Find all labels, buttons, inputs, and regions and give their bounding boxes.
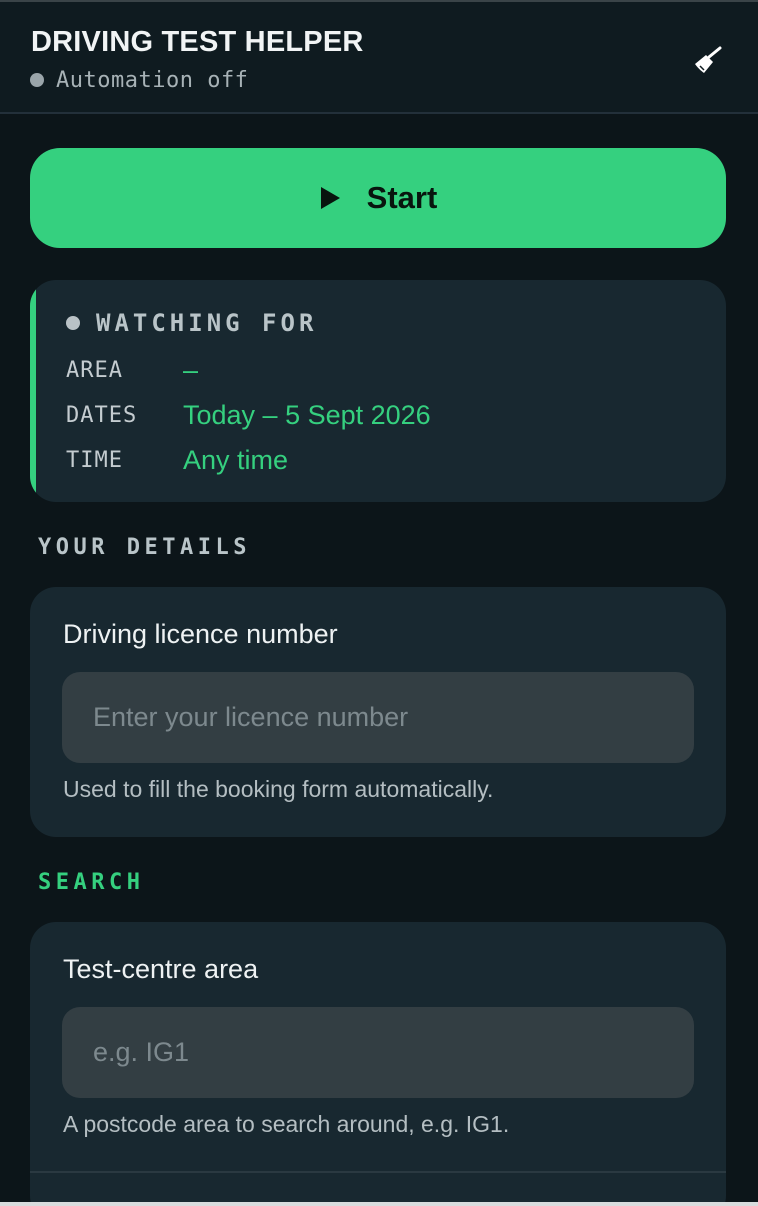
watch-row-time: TIME Any time <box>66 443 288 477</box>
watching-title: WATCHING FOR <box>96 309 318 337</box>
watch-value: Any time <box>183 444 289 475</box>
watching-for-panel: WATCHING FOR AREA – DATES Today – 5 Sept… <box>30 280 726 502</box>
licence-input[interactable] <box>62 672 694 763</box>
area-help: A postcode area to search around, e.g. I… <box>63 1111 510 1137</box>
licence-card: Driving licence number Used to fill the … <box>30 587 726 837</box>
app-title: DRIVING TEST HELPER <box>31 26 364 58</box>
watch-row-area: AREA – <box>66 353 198 387</box>
play-icon <box>319 186 341 210</box>
section-label-your-details: YOUR DETAILS <box>38 535 251 560</box>
card-divider <box>30 1171 726 1173</box>
window-bottom-edge <box>0 1202 758 1206</box>
area-input[interactable] <box>62 1007 694 1098</box>
area-card: Test-centre area A postcode area to sear… <box>30 922 726 1206</box>
watching-for-heading: WATCHING FOR <box>66 308 317 338</box>
app-header: DRIVING TEST HELPER Automation off <box>0 2 758 114</box>
section-label-search: SEARCH <box>38 870 145 895</box>
start-button[interactable]: Start <box>30 148 726 248</box>
status-text: Automation off <box>56 67 249 93</box>
watch-key: AREA <box>66 357 123 383</box>
watch-value: – <box>183 354 199 385</box>
licence-help: Used to fill the booking form automatica… <box>63 776 494 802</box>
status-dot-icon <box>30 73 44 87</box>
watch-key: TIME <box>66 447 123 473</box>
watch-row-dates: DATES Today – 5 Sept 2026 <box>66 398 431 432</box>
watch-value: Today – 5 Sept 2026 <box>183 399 431 430</box>
watching-dot-icon <box>66 316 80 330</box>
start-button-label: Start <box>366 180 438 215</box>
clear-button[interactable] <box>688 40 728 80</box>
broom-icon <box>695 46 722 73</box>
licence-label: Driving licence number <box>63 619 338 649</box>
accent-bar <box>30 280 36 502</box>
automation-status: Automation off <box>30 66 248 94</box>
area-label: Test-centre area <box>63 954 259 984</box>
watch-key: DATES <box>66 402 138 428</box>
